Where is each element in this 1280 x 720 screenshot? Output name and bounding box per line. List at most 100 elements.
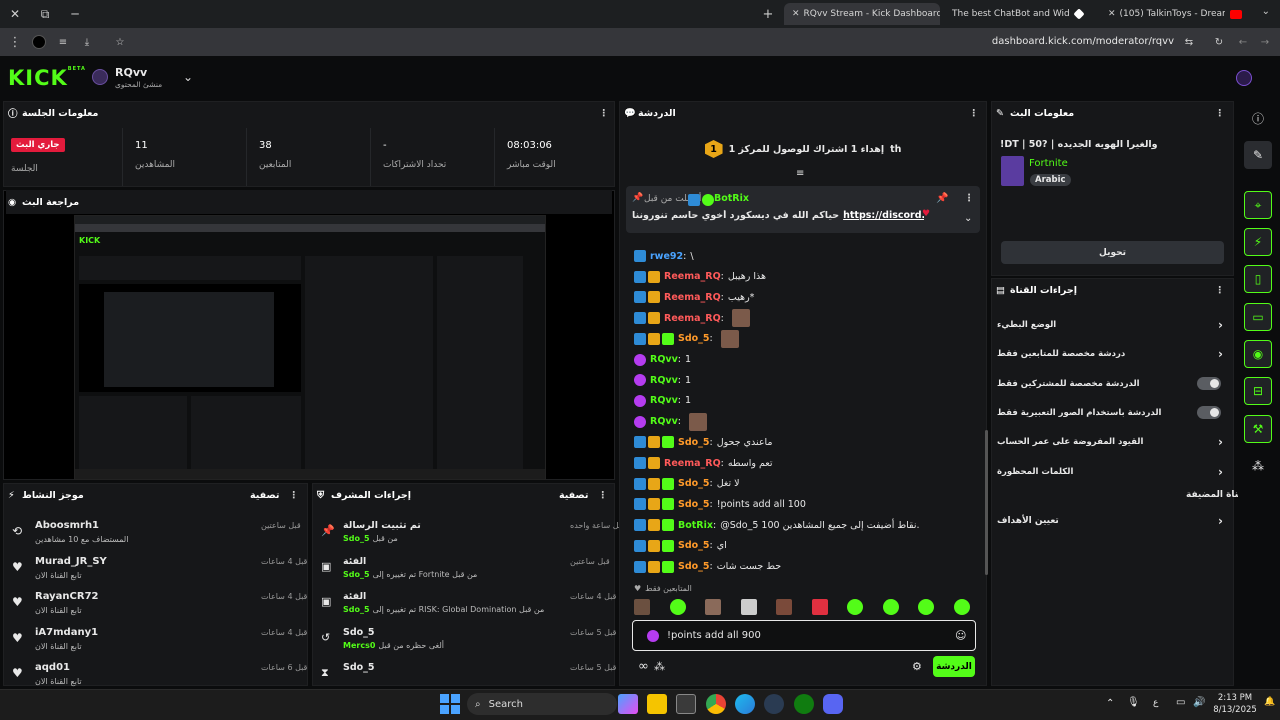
chat-message[interactable]: RQvv:1 bbox=[632, 370, 691, 390]
activity-user[interactable]: Aboosmrh1 bbox=[35, 520, 99, 531]
explorer-icon[interactable] bbox=[647, 694, 667, 714]
activity-user[interactable]: iA7mdany1 bbox=[35, 627, 98, 638]
chat-username[interactable]: Sdo_5 bbox=[678, 540, 710, 551]
channel-action-item[interactable]: الكلمات المحظورة › bbox=[997, 463, 1227, 481]
chat-message[interactable]: Reema_RQ: تعم واسطه bbox=[632, 453, 773, 473]
mod-filter[interactable]: تصفية bbox=[559, 490, 588, 501]
volume-icon[interactable]: 🔊 bbox=[1193, 697, 1205, 708]
activity-user[interactable]: aqd01 bbox=[35, 662, 70, 673]
stream-video[interactable]: KICK bbox=[74, 215, 546, 480]
tab-botrix[interactable]: The best ChatBot and Widgets bbox=[944, 3, 1096, 25]
chat-username[interactable]: Sdo_5 bbox=[678, 437, 710, 448]
chat-message[interactable]: Reema_RQ: رهيب* bbox=[632, 287, 754, 307]
mic-icon[interactable]: 🎙 bbox=[1127, 697, 1140, 708]
info-button[interactable]: ⓘ bbox=[1244, 104, 1272, 132]
chat-username[interactable]: Sdo_5 bbox=[678, 499, 710, 510]
chat-username[interactable]: Sdo_5 bbox=[678, 478, 710, 489]
more-options-icon[interactable]: ⋮ bbox=[1215, 108, 1225, 119]
emoji-picker-icon[interactable]: ☺ bbox=[955, 629, 966, 642]
tab-close-icon[interactable]: ✕ bbox=[1108, 9, 1116, 19]
tab-youtube[interactable]: ✕ (105) TalkinToys - Dream Of You bbox=[1100, 3, 1255, 25]
emote-icon[interactable] bbox=[811, 599, 828, 615]
chat-message[interactable]: rwe92: \ bbox=[632, 246, 694, 266]
kick-logo[interactable]: KICKBETA bbox=[8, 66, 86, 90]
broadcast-button[interactable]: ◉ bbox=[1244, 340, 1272, 368]
chat-username[interactable]: RQvv bbox=[650, 416, 678, 427]
chat-username[interactable]: RQvv bbox=[650, 354, 678, 365]
chat-input[interactable]: !points add all 900 ☺ bbox=[632, 620, 976, 651]
pinned-more-icon[interactable]: ⋮ bbox=[964, 193, 974, 204]
edge-icon[interactable] bbox=[735, 694, 755, 714]
chat-message[interactable]: RQvv:1 bbox=[632, 350, 691, 370]
emote-icon[interactable] bbox=[882, 599, 899, 615]
chat-username[interactable]: Reema_RQ bbox=[664, 313, 721, 324]
activity-item[interactable]: ♥ RayanCR72 تابع القناة الان قبل 4 ساعات bbox=[6, 589, 307, 621]
emote-icon[interactable] bbox=[953, 599, 970, 615]
mod-action-user[interactable]: Mercs0 bbox=[343, 641, 375, 650]
activity-item[interactable]: ⟲ Aboosmrh1 المستضاف مع 10 مشاهدين قبل ساعت… bbox=[6, 518, 304, 550]
discord-link[interactable]: https://discord.gg/B2PFsewpPs bbox=[843, 210, 924, 221]
minimize-icon[interactable]: ✕ bbox=[0, 0, 30, 28]
steam-icon[interactable] bbox=[764, 694, 784, 714]
windows-start-icon[interactable] bbox=[440, 694, 460, 714]
chat-username[interactable]: RQvv bbox=[650, 375, 678, 386]
activity-filter[interactable]: تصفية bbox=[250, 490, 279, 501]
chat-username[interactable]: rwe92 bbox=[650, 251, 683, 262]
discord-icon[interactable] bbox=[823, 694, 843, 714]
activity-item[interactable]: ♥ Murad_JR_SY تابع القناة الان قبل 4 ساعات bbox=[6, 554, 307, 586]
channel-avatar[interactable] bbox=[92, 69, 108, 85]
url-field[interactable]: dashboard.kick.com/moderator/rqvv bbox=[992, 36, 1174, 47]
more-options-icon[interactable]: ⋮ bbox=[598, 490, 608, 501]
chat-username[interactable]: Sdo_5 bbox=[678, 561, 710, 572]
chat-message[interactable]: BotRix: @Sdo_5 100 نقاط أضيفت إلى جميع ال… bbox=[632, 515, 920, 535]
chat-username[interactable]: RQvv bbox=[650, 395, 678, 406]
back-icon[interactable]: ← bbox=[1236, 34, 1250, 50]
chat-settings-gear-icon[interactable]: ⚙ bbox=[912, 660, 922, 673]
download-icon[interactable]: ⤓ bbox=[80, 34, 94, 50]
chat-username[interactable]: Reema_RQ bbox=[664, 271, 721, 282]
restore-icon[interactable]: ⧉ bbox=[30, 0, 60, 28]
new-tab-icon[interactable]: + bbox=[760, 6, 776, 22]
activity-user[interactable]: Murad_JR_SY bbox=[35, 556, 107, 567]
activity-user[interactable]: RayanCR72 bbox=[35, 591, 98, 602]
mod-action-user[interactable]: Sdo_5 bbox=[343, 534, 370, 543]
expand-pinned-chevron-icon[interactable]: ⌄ bbox=[964, 213, 972, 224]
chat-message[interactable]: Sdo_5: bbox=[632, 329, 739, 349]
profile-icon[interactable] bbox=[32, 35, 46, 49]
channel-action-item[interactable]: الوضع البطيء › bbox=[997, 316, 1227, 334]
notifications-icon[interactable]: 🔔 bbox=[1264, 697, 1275, 707]
network-icon[interactable]: ▭ bbox=[1176, 697, 1185, 708]
mod-action-item[interactable]: ▣ الفئة Sdo_5 تم تغييره إلى Fortnite من قبل… bbox=[315, 554, 611, 586]
edit-button[interactable]: ✎ bbox=[1244, 141, 1272, 169]
mod-action-user[interactable]: Sdo_5 bbox=[343, 570, 370, 579]
user-avatar[interactable] bbox=[1236, 70, 1252, 86]
chat-message[interactable]: RQvv:1 bbox=[632, 391, 691, 411]
channel-action-item[interactable]: دردشة مخصصة للمتابعين فقط › bbox=[997, 345, 1227, 363]
chat-button[interactable]: ▭ bbox=[1244, 303, 1272, 331]
pinned-message[interactable]: 📌 أرسلت من قبل BotRix 📌 ⋮ حياكم الله في … bbox=[626, 186, 980, 233]
tab-kick-dashboard[interactable]: ✕ RQvv Stream - Kick Dashboard bbox=[784, 3, 940, 25]
collapse-goal-icon[interactable]: ≡ bbox=[796, 168, 804, 179]
notes-button[interactable]: ▯ bbox=[1244, 265, 1272, 293]
more-options-icon[interactable]: ⋮ bbox=[599, 108, 609, 119]
taskbar-search[interactable]: ⌕ Search bbox=[467, 693, 617, 715]
chat-message[interactable]: Sdo_5: اي bbox=[632, 536, 727, 556]
more-options-icon[interactable]: ⋮ bbox=[969, 108, 979, 119]
emote-icon[interactable] bbox=[705, 599, 721, 615]
mod-action-item[interactable]: ⧗ Sdo_5 قبل 5 ساعات bbox=[315, 660, 616, 692]
chat-message[interactable]: Sdo_5: !points add all 100 bbox=[632, 494, 806, 514]
emote-icon[interactable] bbox=[918, 599, 934, 615]
chrome-icon[interactable] bbox=[706, 694, 726, 714]
more-options-icon[interactable]: ⋮ bbox=[289, 490, 299, 501]
emote-icon[interactable] bbox=[847, 599, 863, 615]
toggle-switch[interactable] bbox=[1197, 377, 1221, 391]
channel-action-item[interactable]: الدردشة باستخدام الصور التعبيرية فقط bbox=[997, 404, 1227, 422]
reload-icon[interactable]: ↻ bbox=[1212, 34, 1226, 50]
bookmark-star-icon[interactable]: ☆ bbox=[113, 34, 127, 50]
xbox-icon[interactable] bbox=[794, 694, 814, 714]
chat-username[interactable]: Reema_RQ bbox=[664, 292, 721, 303]
site-settings-icon[interactable]: ⇆ bbox=[1182, 34, 1196, 50]
send-chat-button[interactable]: الدردشة bbox=[933, 656, 975, 677]
mod-action-item[interactable]: 📌 تم تثبيت الرسالة Sdo_5 من قبل قبل ساعة واح… bbox=[315, 518, 625, 550]
mod-action-item[interactable]: ↺ Sdo_5 Mercs0 ألغى حظره من قبل قبل 5 ساعات bbox=[315, 625, 616, 657]
